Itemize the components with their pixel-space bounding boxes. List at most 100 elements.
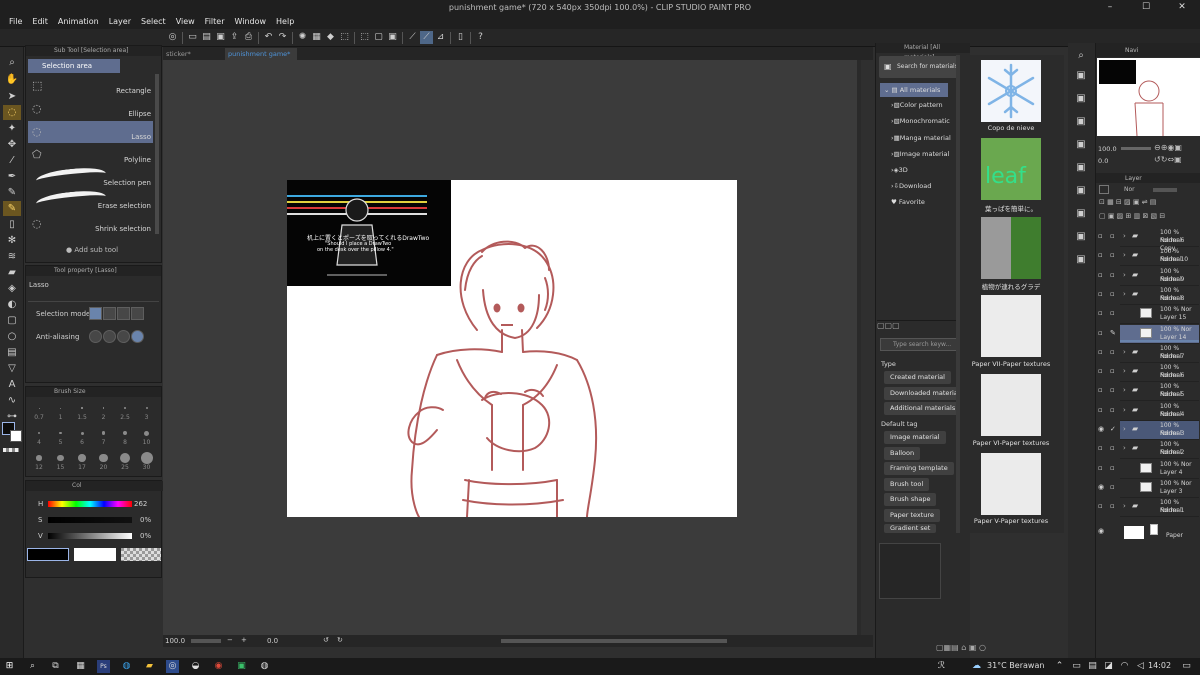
tag-brush-shape[interactable]: Brush shape bbox=[884, 493, 937, 506]
navigator-rotation[interactable]: 0.0 bbox=[1098, 157, 1108, 165]
navigator-rotate-icons[interactable]: ↺↻⇔▣ bbox=[1154, 155, 1182, 164]
layer-row-paper[interactable]: Paper bbox=[1120, 524, 1199, 543]
layer-lock-toggle[interactable]: ▫ bbox=[1110, 502, 1115, 510]
value-slider[interactable] bbox=[48, 533, 132, 539]
anti-aliasing-none-button[interactable] bbox=[89, 330, 102, 343]
brush-size-cell[interactable]: 15 bbox=[51, 450, 71, 474]
brush-size-cell[interactable]: 1.5 bbox=[72, 400, 92, 424]
pen-tool-icon[interactable]: ✒ bbox=[3, 169, 21, 184]
layer-lock-toggle[interactable]: ▫ bbox=[1110, 309, 1115, 317]
chevron-right-icon[interactable]: › bbox=[1123, 290, 1126, 298]
tree-all-materials[interactable]: ⌄ ▤ All materials bbox=[880, 83, 948, 97]
canvas-horizontal-scrollbar[interactable] bbox=[501, 639, 727, 643]
subtool-polyline[interactable]: ⬠ Polyline bbox=[28, 144, 153, 166]
menu-edit[interactable]: Edit bbox=[27, 15, 53, 29]
line-app-icon[interactable]: ▣ bbox=[235, 660, 248, 673]
layer-row[interactable]: › ▰ 100 % Normal Folder 6 bbox=[1120, 363, 1199, 383]
chrome-icon[interactable]: ◉ bbox=[212, 660, 225, 673]
layer-row[interactable]: 100 % Nor Layer 3 bbox=[1120, 479, 1199, 498]
figure-tool-icon[interactable]: ▢ bbox=[3, 313, 21, 328]
notification-icon[interactable]: ▭ bbox=[1180, 660, 1193, 673]
selection-mode-new-button[interactable] bbox=[89, 307, 102, 320]
gradient-tool-icon[interactable]: ◐ bbox=[3, 297, 21, 312]
wifi-icon[interactable]: ◠ bbox=[1118, 660, 1131, 673]
layer-row[interactable]: › ▰ 100 % Normal Folder 7 bbox=[1120, 344, 1199, 363]
visibility-toggle-icon[interactable]: ◉ bbox=[1098, 425, 1104, 433]
tray-icon-1[interactable]: ▭ bbox=[1070, 660, 1083, 673]
volume-icon[interactable]: ◁ bbox=[1134, 660, 1147, 673]
correct-line-icon[interactable]: ∿ bbox=[3, 393, 21, 408]
menu-layer[interactable]: Layer bbox=[104, 15, 136, 29]
layer-row[interactable]: › ▰ 100 % Normal Folder 6 Copy bbox=[1120, 228, 1199, 252]
weather-icon[interactable]: ☁ bbox=[970, 660, 983, 673]
reference-image[interactable]: 机上に置くとポーズを取ってくれるDrawTwo "Should I place … bbox=[287, 180, 451, 286]
visibility-toggle-icon[interactable]: ▫ bbox=[1098, 464, 1103, 472]
layer-lock-toggle[interactable]: ▫ bbox=[1110, 367, 1115, 375]
transform-icon[interactable]: ⬚ bbox=[338, 31, 351, 44]
eyedropper-icon[interactable]: ⁄ bbox=[3, 153, 21, 168]
layer-row[interactable]: › ▰ 100 % Normal Folder 2 bbox=[1120, 440, 1199, 460]
move-layer-icon[interactable]: ✥ bbox=[3, 137, 21, 152]
eraser-tool-icon[interactable]: ▰ bbox=[3, 265, 21, 280]
layer-lock-toggle[interactable]: ▫ bbox=[1110, 348, 1115, 356]
airbrush-icon[interactable]: ▯ bbox=[3, 217, 21, 232]
visibility-toggle-icon[interactable]: ▫ bbox=[1098, 502, 1103, 510]
layer-row[interactable]: › ▰ 100 % Normal Folder 4 bbox=[1120, 402, 1199, 421]
chevron-right-icon[interactable]: › bbox=[1123, 502, 1126, 510]
material-thumb-paper-v[interactable] bbox=[981, 453, 1041, 515]
open-file-icon[interactable]: ▤ bbox=[200, 31, 213, 44]
brush-size-cell[interactable]: 25 bbox=[115, 450, 135, 474]
rotate-left-icon[interactable]: ↺ bbox=[323, 636, 329, 644]
chevron-right-icon[interactable]: › bbox=[1123, 348, 1126, 356]
layer-lock-toggle[interactable]: ▫ bbox=[1110, 290, 1115, 298]
brush-size-cell[interactable]: 17 bbox=[72, 450, 92, 474]
tray-icon-2[interactable]: ▤ bbox=[1086, 660, 1099, 673]
selection-mode-subtract-button[interactable] bbox=[117, 307, 130, 320]
blend-mode-select[interactable]: Nor bbox=[1124, 186, 1135, 193]
layer-lock-toggle[interactable]: ▫ bbox=[1110, 271, 1115, 279]
layer-lock-toggle[interactable]: ▫ bbox=[1110, 386, 1115, 394]
tag-image-material[interactable]: Image material bbox=[884, 431, 946, 444]
subtool-rectangle[interactable]: ⬚ Rectangle bbox=[28, 75, 153, 97]
brush-size-cell[interactable]: 4 bbox=[29, 425, 49, 449]
tag-brush-tool[interactable]: Brush tool bbox=[884, 478, 930, 491]
layer-row[interactable]: › ▰ 100 % Normal Folder 9 bbox=[1120, 267, 1199, 286]
dock-icon-8[interactable]: ▣ bbox=[1072, 229, 1090, 244]
brush-size-cell[interactable]: 7 bbox=[94, 425, 114, 449]
input-method-icon[interactable]: ℛ bbox=[935, 660, 948, 673]
opacity-slider[interactable] bbox=[1153, 188, 1177, 192]
menu-help[interactable]: Help bbox=[271, 15, 299, 29]
brush-size-cell[interactable]: 2 bbox=[94, 400, 114, 424]
visibility-toggle-icon[interactable]: ▫ bbox=[1098, 329, 1103, 337]
taskbar-search-icon[interactable]: ⌕ bbox=[26, 660, 39, 673]
layer-toolbar-icons[interactable]: ⊡ ▦ ⊟ ▨ ▣ ⇌ ▤ bbox=[1099, 198, 1156, 206]
tag-gradient-set[interactable]: Gradient set bbox=[884, 524, 937, 533]
brush-size-cell[interactable]: 10 bbox=[137, 425, 157, 449]
tree-3d[interactable]: ›◈3D bbox=[891, 166, 908, 174]
brush-size-cell[interactable]: 6 bbox=[72, 425, 92, 449]
zoom-slider[interactable] bbox=[191, 639, 221, 643]
menu-filter[interactable]: Filter bbox=[200, 15, 230, 29]
layer-lock-toggle[interactable]: ▫ bbox=[1110, 483, 1115, 491]
menu-view[interactable]: View bbox=[171, 15, 200, 29]
weather-text[interactable]: 31°C Berawan bbox=[987, 661, 1044, 670]
text-tool-icon[interactable]: A bbox=[3, 377, 21, 392]
menu-window[interactable]: Window bbox=[229, 15, 271, 29]
paper-visibility-icon[interactable]: ◉ bbox=[1098, 527, 1104, 535]
value-value[interactable]: 0% bbox=[140, 532, 151, 540]
selection-tool-icon[interactable]: ◌ bbox=[3, 105, 21, 120]
export-icon[interactable]: ⇪ bbox=[228, 31, 241, 44]
subtool-shrink-selection[interactable]: ◌ Shrink selection bbox=[28, 213, 153, 235]
file-explorer-icon[interactable]: ▰ bbox=[143, 660, 156, 673]
zoom-value[interactable]: 100.0 bbox=[165, 637, 185, 645]
navigator-preview[interactable] bbox=[1097, 58, 1200, 136]
selection-mode-add-button[interactable] bbox=[103, 307, 116, 320]
hue-value[interactable]: 262 bbox=[134, 500, 147, 508]
frame-tool-icon[interactable]: ○ bbox=[3, 329, 21, 344]
tag-additional-materials[interactable]: Additional materials bbox=[884, 402, 962, 415]
selection-mode-intersect-button[interactable] bbox=[131, 307, 144, 320]
visibility-toggle-icon[interactable]: ▫ bbox=[1098, 232, 1103, 240]
windows-start-icon[interactable]: ⊞ bbox=[3, 660, 16, 673]
brush-size-cell[interactable]: 30 bbox=[137, 450, 157, 474]
zoom-tool-icon[interactable]: ⌕ bbox=[3, 55, 21, 70]
